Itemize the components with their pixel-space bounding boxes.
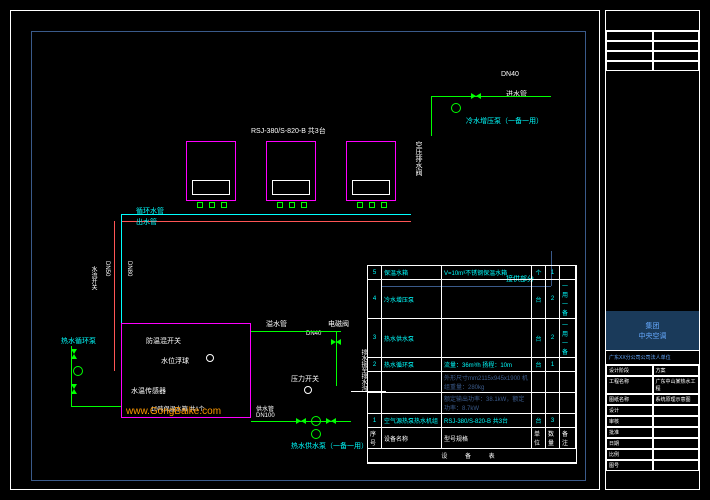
- heat-pump-unit-1: [186, 141, 236, 201]
- circ-pipe-label: 循环水管: [136, 206, 164, 216]
- company-logo: 集团 中央空调: [606, 311, 699, 351]
- table-row: 5保温水箱V=10m³不锈钢保温水箱个1: [368, 266, 576, 280]
- table-row: 外形尺寸mm2115x945x1900 机组重量：280kg: [368, 372, 576, 393]
- pressure-switch: [304, 386, 312, 394]
- supply-pump-2: [311, 429, 321, 439]
- inlet-valve: [471, 93, 481, 99]
- tb-grid-top: [606, 31, 699, 71]
- inlet-pipe-h: [431, 96, 551, 97]
- equipment-table: 5保温水箱V=10m³不锈钢保温水箱个1 4冷水增压泵台2一用一备 3热水供水泵…: [367, 265, 577, 464]
- supply-valve-1: [296, 418, 306, 424]
- manifold-bot: [121, 221, 411, 222]
- tb-top: [606, 11, 699, 31]
- units-label: RSJ-380/S-820-B 共3台: [251, 126, 326, 136]
- cold-pump: [451, 103, 461, 113]
- electro-valve: [331, 339, 341, 345]
- left-pipe-2: [114, 221, 115, 371]
- hw-return-pipe: [71, 406, 121, 407]
- table-row: 3热水供水泵台2一用一备: [368, 319, 576, 358]
- tb-spacer: [606, 71, 699, 311]
- hw-supply-label: 热水供水泵（一备一用）: [291, 441, 368, 451]
- drawing-frame: RSJ-380/S-820-B 共3台 空压排水阀 DN40 进水管 冷水增压泵…: [10, 10, 600, 490]
- heat-pump-unit-2: [266, 141, 316, 201]
- supply-pipe-label: 供水管: [256, 404, 274, 413]
- left-pipe-1: [121, 214, 122, 339]
- flow-switch-label: 水流开关: [89, 266, 98, 290]
- supply-pump-1: [311, 416, 321, 426]
- hw-return-v: [71, 346, 72, 406]
- pressure-label: 压力开关: [291, 374, 319, 384]
- hw-circ-pump: [73, 366, 83, 376]
- tank-level-label: 水位浮球: [161, 356, 189, 366]
- dn50-label: DN50: [104, 261, 110, 276]
- tb-grid-bot: 设计阶段方案 工程名称广东中山某热水工程 图纸名称系统原理示意图 设计 审核 批…: [606, 365, 699, 471]
- watermark: www.GongBaike.com: [126, 406, 221, 417]
- hw-circ-label: 热水循环泵: [61, 336, 96, 346]
- table-row: 4冷水增压泵台2一用一备: [368, 280, 576, 319]
- table-title: 设 备 表: [368, 449, 576, 463]
- heat-pump-unit-3: [346, 141, 396, 201]
- table-row: 额定输出功率：38.1kW，额定功率：8.7kW: [368, 393, 576, 414]
- dn80-label: DN80: [126, 261, 132, 276]
- table-row: 2热水循环泵流量：36m³/h 扬程：10m台1: [368, 358, 576, 372]
- tank-sensor-label: 水温传感器: [131, 386, 166, 396]
- out-pipe-label: 出水管: [136, 217, 157, 227]
- table-row: 1空气源热泵热水机组RSJ-380/S-820-B 共3台台3: [368, 414, 576, 428]
- supply-dn-label: DN100: [256, 413, 275, 419]
- table-header: 序号设备名称型号规格单位数量备注: [368, 428, 576, 449]
- overflow-label: 溢水管: [266, 319, 287, 329]
- manifold-top: [121, 214, 411, 215]
- inlet-pipe-v: [431, 96, 432, 136]
- cold-pump-label: 冷水增压泵（一备一用）: [466, 116, 543, 126]
- evalve-label: 电磁阀: [328, 319, 349, 329]
- tank-mix-label: 防温混开关: [146, 336, 181, 346]
- level-sensor: [206, 354, 214, 362]
- supply-valve-2: [326, 418, 336, 424]
- tb-subtitle: 广东XX分公司公司法人单位: [606, 351, 699, 365]
- title-block: 集团 中央空调 广东XX分公司公司法人单位 设计阶段方案 工程名称广东中山某热水…: [605, 10, 700, 490]
- overflow-pipe: [251, 331, 341, 332]
- dn40-label: DN40: [501, 71, 519, 78]
- inlet-label: 进水管: [506, 89, 527, 99]
- vertical-valve-label: 空压排水阀: [413, 141, 423, 176]
